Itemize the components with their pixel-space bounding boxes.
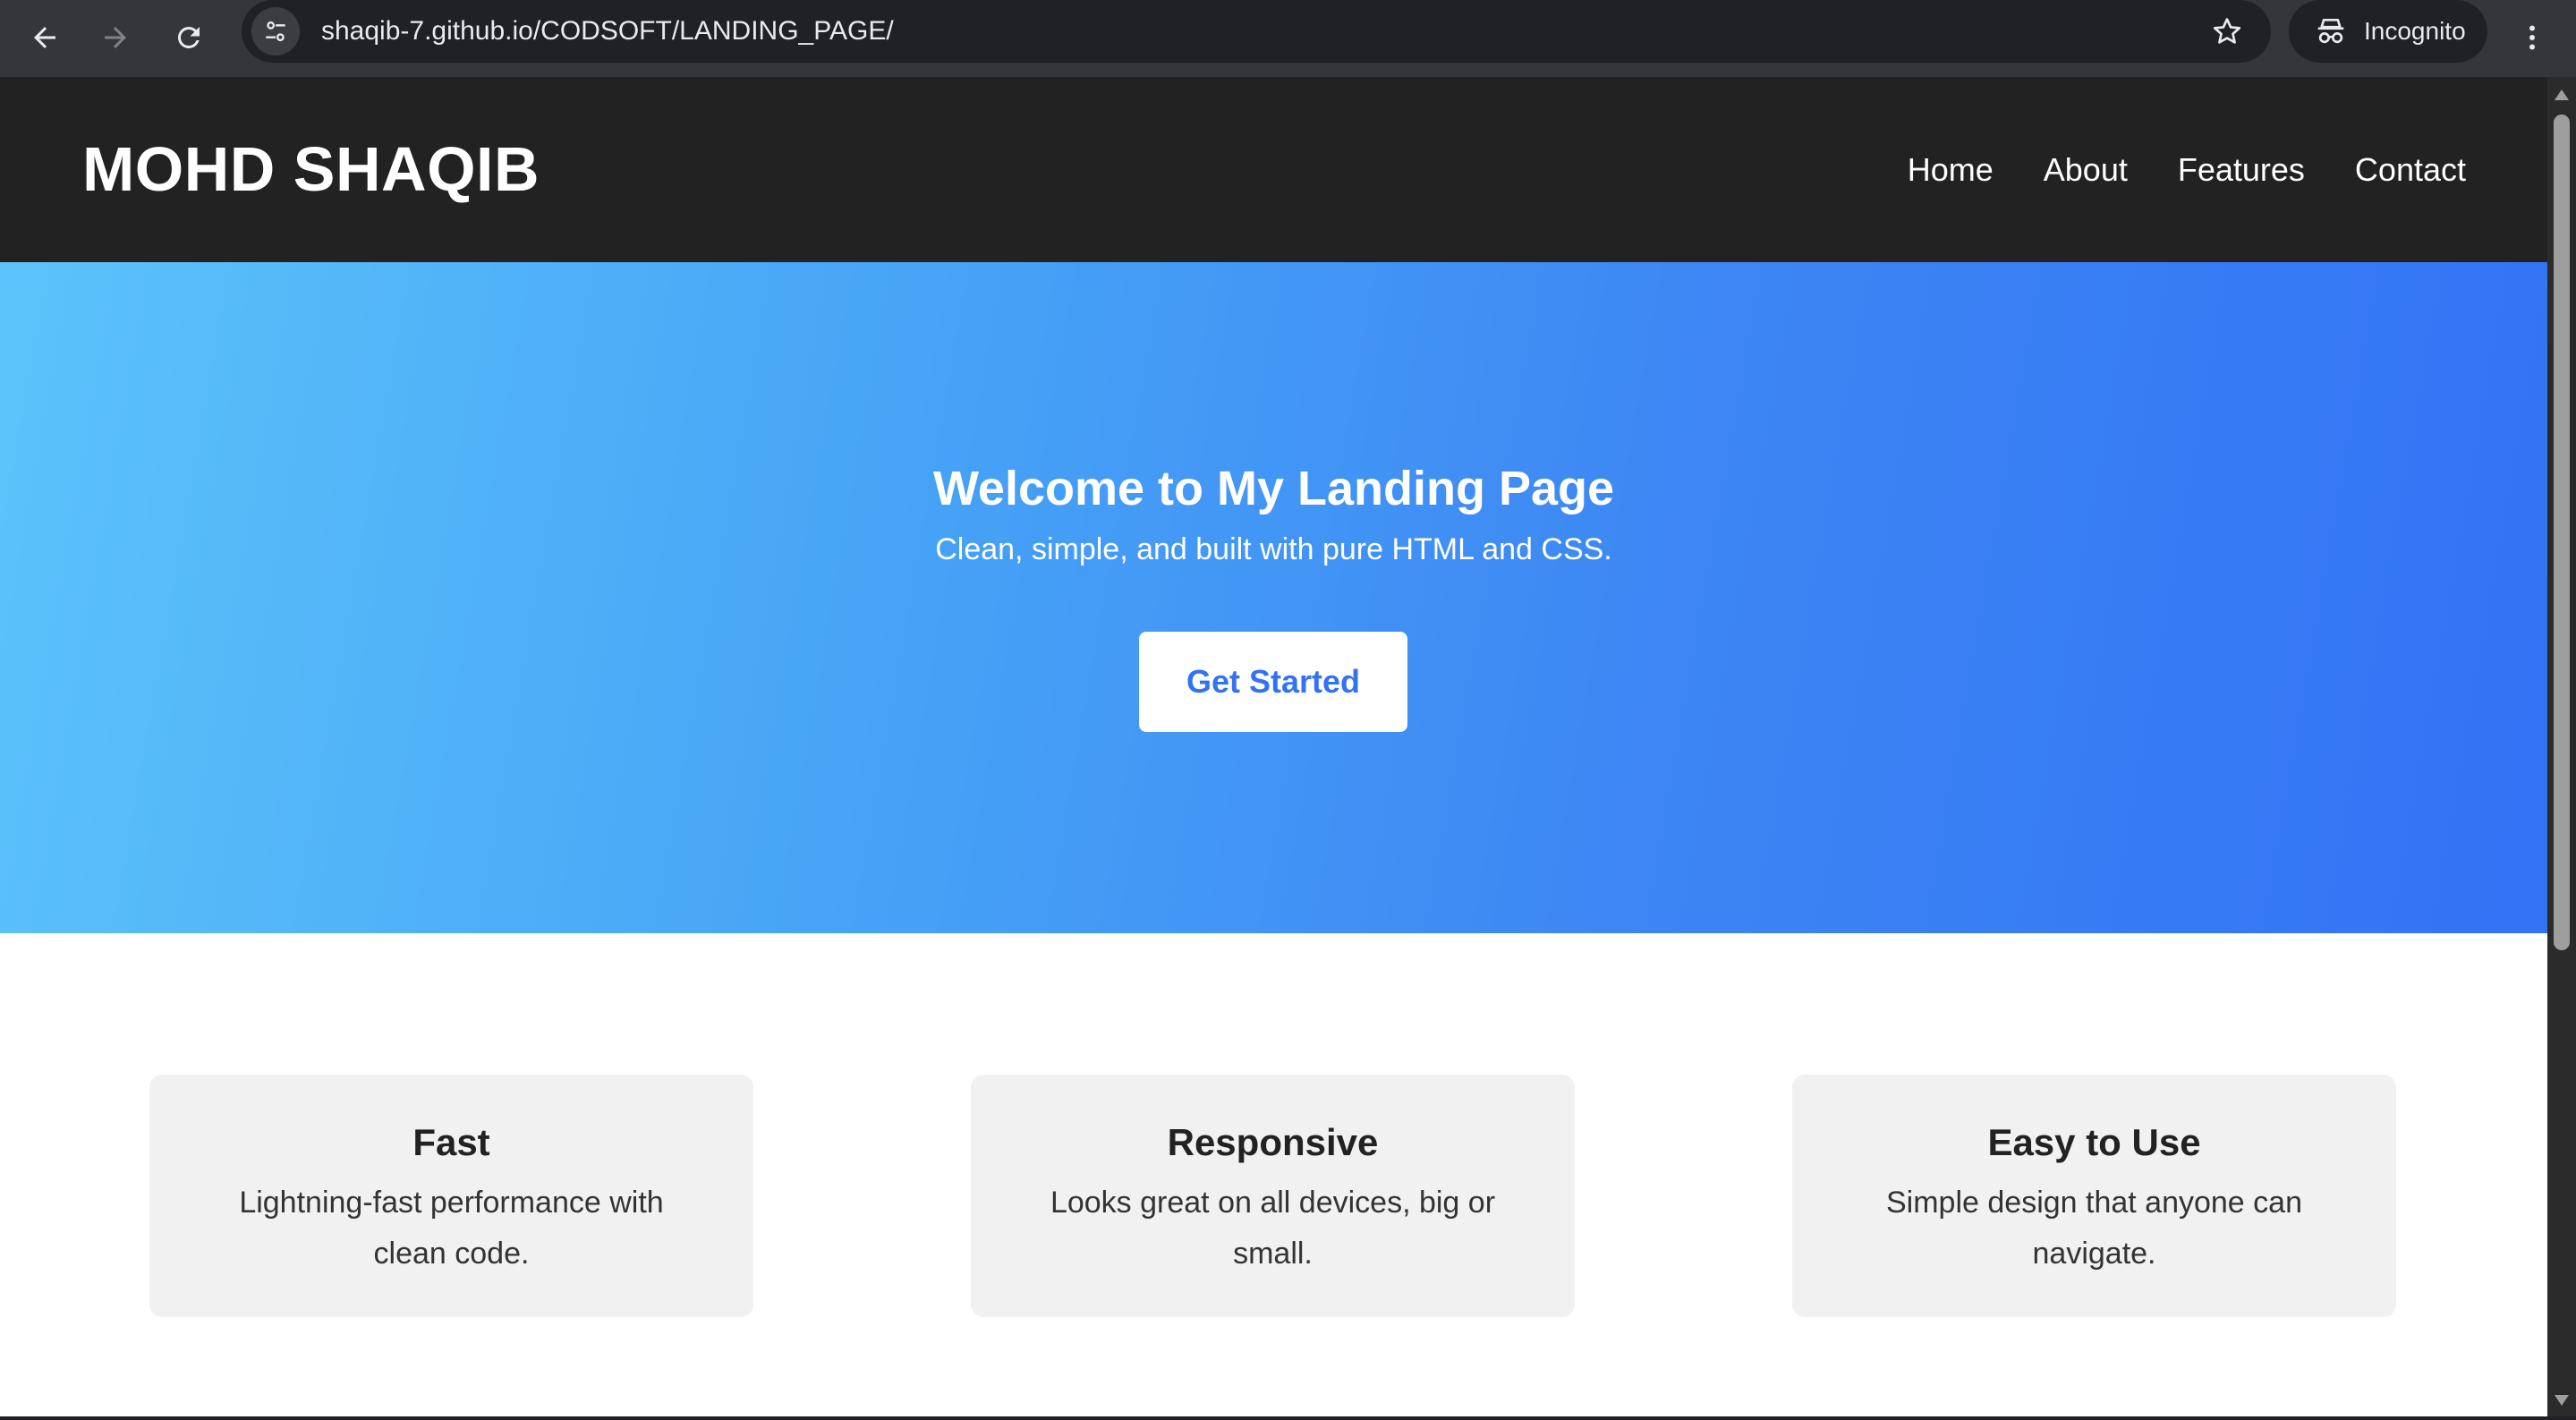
features-section: Fast Lightning-fast performance with cle… (0, 933, 2547, 1416)
site-header: MOHD SHAQIB Home About Features Contact (0, 77, 2547, 262)
back-arrow-icon (34, 27, 55, 48)
reload-button[interactable] (159, 8, 218, 67)
hero-title: Welcome to My Landing Page (932, 462, 1615, 515)
feature-card-text: Simple design that anyone can navigate. (1886, 1186, 2302, 1271)
feature-card-text: Lightning-fast performance with clean co… (239, 1186, 664, 1271)
scroll-up-arrow-icon[interactable] (2555, 89, 2569, 100)
url-text[interactable]: shaqib-7.github.io/CODSOFT/LANDING_PAGE/ (321, 16, 894, 47)
site-logo[interactable]: MOHD SHAQIB (82, 133, 540, 205)
incognito-indicator[interactable]: Incognito (2289, 0, 2487, 63)
back-button[interactable] (15, 8, 74, 67)
vertical-scrollbar[interactable] (2547, 77, 2576, 1416)
get-started-button[interactable]: Get Started (1139, 632, 1407, 732)
feature-card-text: Looks great on all devices, big or small… (1050, 1186, 1496, 1271)
browser-toolbar: shaqib-7.github.io/CODSOFT/LANDING_PAGE/… (0, 0, 2576, 77)
hero-section: Welcome to My Landing Page Clean, simple… (0, 262, 2547, 933)
scroll-down-arrow-icon[interactable] (2555, 1395, 2569, 1406)
scroll-thumb[interactable] (2554, 115, 2570, 950)
tune-icon (266, 21, 285, 42)
hero-subtitle: Clean, simple, and built with pure HTML … (935, 532, 1612, 566)
browser-menu-button[interactable] (2505, 8, 2559, 67)
page-viewport: MOHD SHAQIB Home About Features Contact … (0, 77, 2547, 1416)
feature-card-title: Easy to Use (1987, 1121, 2201, 1163)
feature-card-easy-to-use: Easy to Use Simple design that anyone ca… (1792, 1075, 2396, 1317)
main-nav: Home About Features Contact (1908, 151, 2466, 189)
nav-link-home[interactable]: Home (1908, 151, 1994, 189)
nav-link-about[interactable]: About (2044, 151, 2128, 189)
incognito-icon (2317, 18, 2344, 44)
window-bottom-edge (0, 1416, 2576, 1420)
site-info-button[interactable] (251, 7, 300, 55)
feature-card-title: Fast (412, 1121, 490, 1163)
nav-link-contact[interactable]: Contact (2355, 151, 2466, 189)
feature-card-title: Responsive (1167, 1121, 1379, 1163)
feature-card-fast: Fast Lightning-fast performance with cle… (149, 1075, 753, 1317)
forward-arrow-icon (105, 27, 126, 48)
reload-icon (177, 26, 200, 48)
forward-button[interactable] (86, 8, 145, 67)
nav-link-features[interactable]: Features (2178, 151, 2305, 189)
browser-window: shaqib-7.github.io/CODSOFT/LANDING_PAGE/… (0, 0, 2576, 1420)
bookmark-button[interactable] (2203, 7, 2251, 55)
feature-card-responsive: Responsive Looks great on all devices, b… (971, 1075, 1575, 1317)
address-bar[interactable]: shaqib-7.github.io/CODSOFT/LANDING_PAGE/ (242, 0, 2271, 63)
kebab-menu-icon (2529, 25, 2535, 50)
star-icon (2213, 18, 2241, 44)
incognito-label: Incognito (2364, 17, 2466, 45)
